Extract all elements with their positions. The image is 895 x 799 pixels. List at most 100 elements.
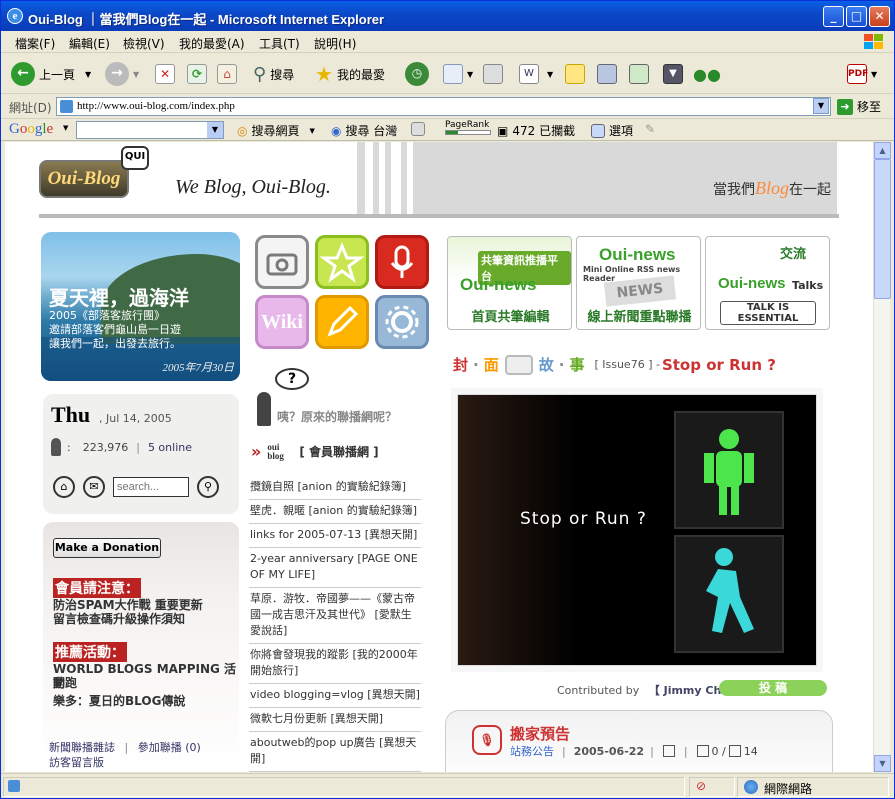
note-icon <box>565 64 585 84</box>
photo-tile[interactable] <box>255 235 309 289</box>
notice1-line1[interactable]: 防治SPAM大作戰 重要更新 <box>53 598 203 612</box>
date-panel: Thu , Jul 14, 2005 : 223,976 | 5 online … <box>43 394 239 514</box>
list-item[interactable]: 草原．游牧．帝國夢——《蒙古帝國一成吉思汗及其世代》 [愛默生愛說話] <box>249 588 421 644</box>
search-taiwan-button[interactable]: ◉ 搜尋 台灣 <box>331 122 397 139</box>
search-web-button[interactable]: ◎ 搜尋網頁 ▼ <box>237 122 315 139</box>
travel-banner[interactable]: 夏天裡，過海洋 2005《部落客旅行團》 邀請部落客們龜山島一日遊 讓我們一起，… <box>41 232 240 381</box>
site-search-input[interactable] <box>113 477 189 497</box>
cover-photo[interactable]: Stop or Run ? <box>457 394 817 666</box>
discuss-button[interactable] <box>565 62 585 86</box>
forward-button[interactable]: → ▼ <box>105 62 139 86</box>
list-item[interactable]: links for 2005-07-13 [異想天開] <box>249 524 421 548</box>
forward-dropdown-icon[interactable]: ▼ <box>133 70 139 79</box>
donate-button[interactable]: Make a Donation <box>53 538 161 558</box>
address-dropdown-icon[interactable]: ▼ <box>813 98 829 114</box>
cover-story-heading: 封 · 面 故 · 事 [ Issue76 ] - Stop or Run ? <box>453 354 776 375</box>
home-icon[interactable]: ⌂ <box>53 476 75 498</box>
menu-view[interactable]: 檢視(V) <box>123 35 165 52</box>
menu-edit[interactable]: 編輯(E) <box>69 35 110 52</box>
scroll-thumb[interactable] <box>874 159 891 299</box>
edit-button[interactable]: W ▼ <box>519 62 553 86</box>
home-button[interactable]: ⌂ <box>217 62 237 86</box>
google-search-dropdown-icon[interactable]: ▼ <box>207 122 223 138</box>
messenger-tool-button[interactable] <box>629 62 649 86</box>
options-icon <box>591 123 605 138</box>
print-button[interactable] <box>483 62 503 86</box>
back-button[interactable]: ← 上一頁 ▼ <box>11 62 91 86</box>
google-menu-dropdown-icon[interactable]: ▼ <box>63 124 68 132</box>
news-magazine-link[interactable]: 新聞聯播雜誌 <box>49 741 115 754</box>
popup-status[interactable]: ⊘ <box>689 777 735 797</box>
mail-dropdown-icon[interactable]: ▼ <box>467 70 473 79</box>
menu-tools[interactable]: 工具(T) <box>259 35 300 52</box>
list-item[interactable]: aboutweb的pop up廣告 [異想天開] <box>249 732 421 772</box>
news-button[interactable] <box>411 122 425 136</box>
vertical-scrollbar[interactable]: ▲ ▼ <box>873 142 891 772</box>
announcement-category[interactable]: 站務公告 <box>510 743 554 759</box>
list-item[interactable]: 壁虎．親暱 [anion 的實驗紀錄簿] <box>249 500 421 524</box>
address-input[interactable]: http://www.oui-blog.com/index.php <box>56 97 831 116</box>
notice1-line2[interactable]: 留言檢查碼升級操作須知 <box>53 612 185 626</box>
menu-file[interactable]: 檔案(F) <box>15 35 55 52</box>
messenger-button[interactable]: ●● <box>693 62 721 86</box>
notice2-line2[interactable]: 開跑 <box>53 676 77 690</box>
notice2-line1[interactable]: WORLD BLOGS MAPPING 活動 <box>53 662 239 690</box>
list-item[interactable]: 微軟七月份更新 [異想天開] <box>249 708 421 732</box>
announcement-title[interactable]: 搬家預告 <box>510 723 570 744</box>
online-count[interactable]: 5 online <box>148 441 192 454</box>
settings-tile[interactable] <box>375 295 429 349</box>
guestbook-link[interactable]: 訪客留言版 <box>49 755 201 770</box>
question-text[interactable]: 咦？原來的聯播網呢？ <box>277 408 397 425</box>
wiki-icon: Wiki <box>261 311 303 333</box>
scroll-up-icon[interactable]: ▲ <box>874 142 891 159</box>
story-title[interactable]: Stop or Run ? <box>662 356 776 374</box>
list-item[interactable]: 2-year anniversary [PAGE ONE OF MY LIFE] <box>249 548 421 588</box>
banner-line1: 2005《部落客旅行團》 <box>49 309 165 322</box>
oui-blog-logo[interactable]: Oui-Blog <box>39 160 129 198</box>
google-search-input[interactable]: ▼ <box>76 121 224 139</box>
oui-news-home-button[interactable]: 共筆資訊推播平台 Oui-news 首頁共筆編輯 <box>447 236 572 330</box>
highlight-button[interactable]: ✎ <box>645 122 655 136</box>
edit-dropdown-icon[interactable]: ▼ <box>547 70 553 79</box>
list-item[interactable]: 攬鏡自照 [anion 的實驗紀錄簿] <box>249 476 421 500</box>
menu-favorites[interactable]: 我的最愛(A) <box>179 35 245 52</box>
pdf-button[interactable]: PDF ▼ <box>847 62 877 86</box>
options-button[interactable]: 選項 <box>591 122 633 139</box>
wiki-tile[interactable]: Wiki <box>255 295 309 349</box>
mail-icon[interactable]: ✉ <box>83 476 105 498</box>
list-item[interactable]: 你將會發現我的蹤影 [我的2000年開始旅行] <box>249 644 421 684</box>
notice2-line3[interactable]: 樂多：夏日的BLOG傳說 <box>53 694 185 708</box>
tool-button[interactable]: ▼ <box>663 62 683 86</box>
list-item[interactable]: video blogging=vlog [異想天開] <box>249 684 421 708</box>
comment-count[interactable]: 14 <box>744 745 758 758</box>
oui-news-reader-button[interactable]: Oui-news Mini Online RSS news Reader NEW… <box>576 236 701 330</box>
podcast-tile[interactable] <box>375 235 429 289</box>
refresh-button[interactable]: ⟳ <box>187 62 207 86</box>
search-icon[interactable]: ⚲ <box>197 476 219 498</box>
menu-help[interactable]: 說明(H) <box>314 35 356 52</box>
search-web-dropdown-icon[interactable]: ▼ <box>310 127 315 135</box>
google-logo[interactable]: Google <box>9 121 53 138</box>
oui-news-talks-button[interactable]: 交流 Oui-news Talks TALK IS ESSENTIAL <box>705 236 830 330</box>
back-dropdown-icon[interactable]: ▼ <box>85 70 91 79</box>
research-button[interactable] <box>597 62 617 86</box>
star-tile[interactable] <box>315 235 369 289</box>
pdf-dropdown-icon[interactable]: ▼ <box>871 70 877 79</box>
pagerank-indicator[interactable]: PageRank <box>445 120 491 135</box>
submit-story-button[interactable]: 投 稿 <box>719 680 827 696</box>
back-arrow-icon: ← <box>11 62 35 86</box>
join-link[interactable]: 參加聯播 <box>138 741 182 754</box>
write-tile[interactable] <box>315 295 369 349</box>
maximize-button[interactable]: □ <box>846 6 867 27</box>
history-button[interactable]: ◷ <box>405 62 433 86</box>
mail-button[interactable]: ▼ <box>443 62 473 86</box>
scroll-down-icon[interactable]: ▼ <box>874 755 891 772</box>
favorites-button[interactable]: ★ 我的最愛 <box>315 62 385 86</box>
close-button[interactable]: ✕ <box>869 6 890 27</box>
popup-blocker-button[interactable]: ▣ 472 已攔截 <box>497 122 575 139</box>
search-button[interactable]: ⚲ 搜尋 <box>253 62 294 86</box>
go-button[interactable]: ➜ 移至 <box>837 98 881 115</box>
stop-button[interactable]: ✕ <box>155 62 175 86</box>
permalink-icon[interactable] <box>662 745 675 757</box>
minimize-button[interactable]: _ <box>823 6 844 27</box>
